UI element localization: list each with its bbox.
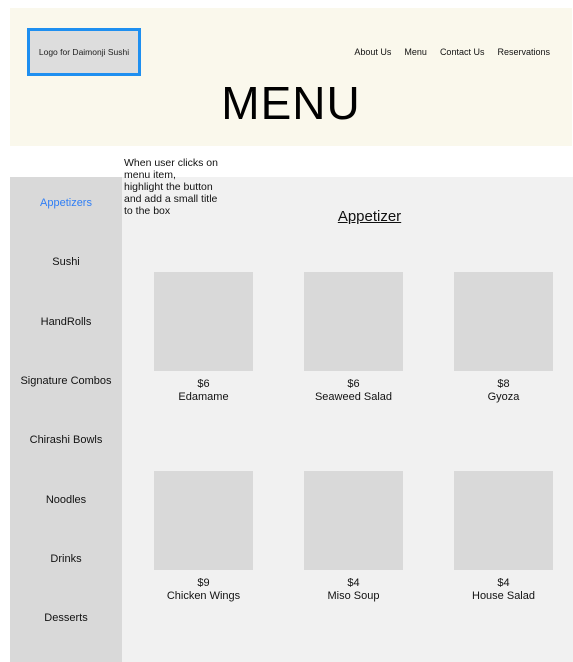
item-name: Chicken Wings [166,590,241,602]
item-price: $6 [197,378,210,390]
nav-contact-us[interactable]: Contact Us [440,47,485,57]
nav-menu[interactable]: Menu [404,47,427,57]
page-title: MENU [221,77,361,129]
item-image-placeholder [304,471,403,570]
top-nav: About Us Menu Contact Us Reservations [354,47,550,57]
item-name: Seaweed Salad [314,391,393,403]
menu-item-card[interactable]: $6 Seaweed Salad [304,272,403,404]
item-image-placeholder [454,272,553,371]
annotation-note: When user clicks on menu item, highlight… [124,157,218,217]
menu-item-card[interactable]: $8 Gyoza [454,272,553,404]
sidebar-item-chirashi-bowls[interactable]: Chirashi Bowls [10,434,122,446]
nav-about-us[interactable]: About Us [354,47,391,57]
menu-item-card[interactable]: $6 Edamame [154,272,253,404]
sidebar-item-drinks[interactable]: Drinks [10,553,122,565]
item-name: Gyoza [487,391,520,403]
item-price: $6 [347,378,360,390]
menu-item-card[interactable]: $4 House Salad [454,471,553,603]
sidebar-item-sushi[interactable]: Sushi [10,256,122,268]
menu-content: Appetizer $6 Edamame $6 Seaweed Salad $8… [122,177,573,662]
item-name: House Salad [472,590,535,602]
item-name: Edamame [178,391,229,403]
sidebar-item-desserts[interactable]: Desserts [10,612,122,624]
item-image-placeholder [154,272,253,371]
menu-sidebar: Appetizers Sushi HandRolls Signature Com… [10,177,122,662]
menu-item-card[interactable]: $9 Chicken Wings [154,471,253,603]
nav-reservations[interactable]: Reservations [497,47,550,57]
item-price: $8 [497,378,510,390]
sidebar-item-handrolls[interactable]: HandRolls [10,316,122,328]
item-image-placeholder [304,272,403,371]
item-price: $4 [347,577,360,589]
sidebar-item-signature-combos[interactable]: Signature Combos [10,375,122,387]
site-header: Logo for Daimonji Sushi About Us Menu Co… [10,8,572,146]
logo-text: Logo for Daimonji Sushi [38,47,130,57]
menu-item-card[interactable]: $4 Miso Soup [304,471,403,603]
item-image-placeholder [454,471,553,570]
item-price: $9 [197,577,210,589]
item-name: Miso Soup [327,590,380,602]
sidebar-item-appetizers[interactable]: Appetizers [10,197,122,209]
sidebar-item-noodles[interactable]: Noodles [10,494,122,506]
logo[interactable]: Logo for Daimonji Sushi [27,28,141,76]
item-image-placeholder [154,471,253,570]
item-price: $4 [497,577,510,589]
